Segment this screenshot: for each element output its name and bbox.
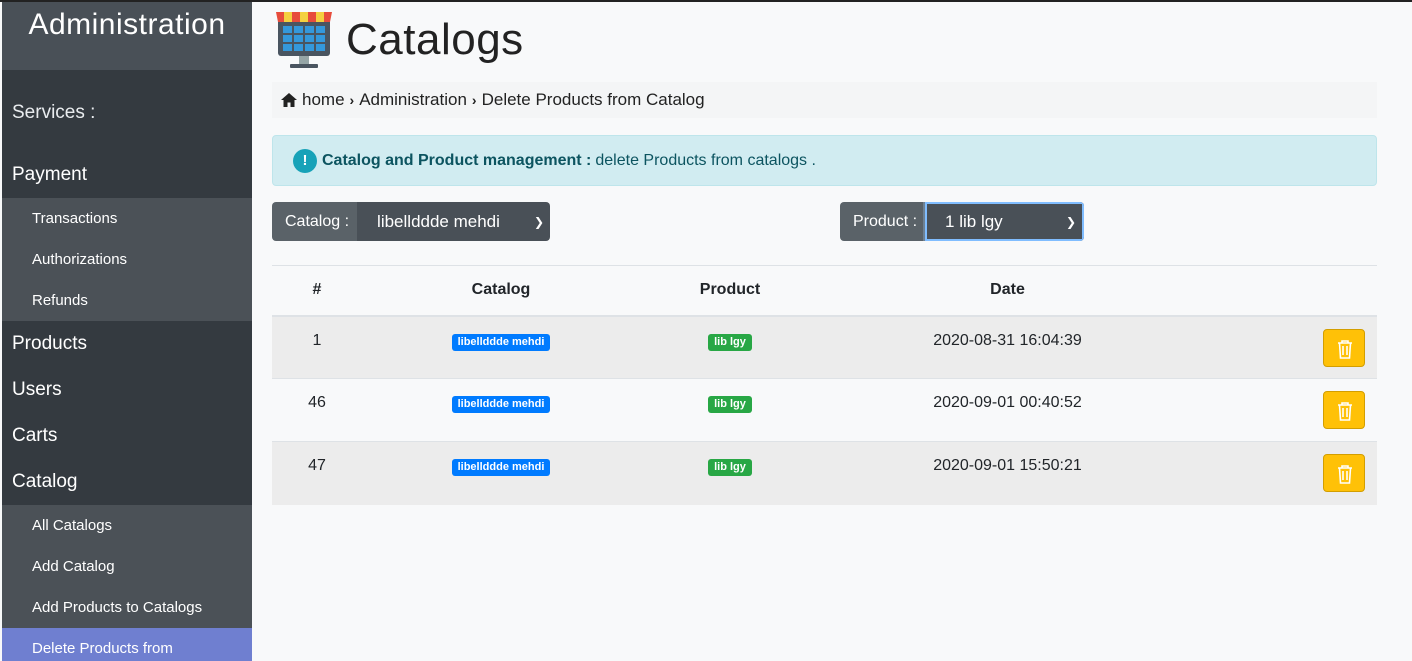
alert-strong: Catalog and Product management : xyxy=(322,151,592,169)
catalog-filter: Catalog : libellddde mehdi ❯ xyxy=(272,202,550,241)
col-header-date: Date xyxy=(820,265,1195,317)
payment-submenu: Transactions Authorizations Refunds xyxy=(2,198,252,321)
home-icon xyxy=(281,93,297,107)
row-product: lib lgy xyxy=(640,378,820,442)
catalog-products-table: # Catalog Product Date 1 libellddde mehd… xyxy=(272,265,1377,505)
sidebar: Administration Services : Payment Transa… xyxy=(2,2,252,661)
row-action xyxy=(1195,315,1377,379)
sidebar-item-authorizations[interactable]: Authorizations xyxy=(2,239,252,280)
sidebar-item-catalog[interactable]: Catalog xyxy=(2,459,252,505)
chevron-down-icon: ❯ xyxy=(533,214,544,229)
row-id: 47 xyxy=(272,441,362,505)
exclamation-icon: ! xyxy=(293,148,317,173)
info-alert: ! Catalog and Product management : delet… xyxy=(272,135,1377,186)
catalog-submenu: All Catalogs Add Catalog Add Products to… xyxy=(2,505,252,661)
table-row: 47 libellddde mehdi lib lgy 2020-09-01 1… xyxy=(272,441,1377,505)
chevron-right-icon: › xyxy=(349,92,355,108)
product-filter-label: Product : xyxy=(840,202,926,241)
breadcrumb-current: Delete Products from Catalog xyxy=(481,90,705,109)
product-select[interactable]: 1 lib lgy ❯ xyxy=(925,202,1084,241)
col-header-product: Product xyxy=(640,265,820,317)
catalog-filter-label: Catalog : xyxy=(272,202,358,241)
table-header-row: # Catalog Product Date xyxy=(272,265,1377,317)
catalog-badge: libellddde mehdi xyxy=(451,396,551,413)
table-row: 46 libellddde mehdi lib lgy 2020-09-01 0… xyxy=(272,378,1377,442)
sidebar-item-payment[interactable]: Payment xyxy=(2,135,252,198)
delete-button[interactable] xyxy=(1323,454,1365,492)
delete-button[interactable] xyxy=(1323,391,1365,429)
page-title: Catalogs xyxy=(346,15,524,64)
row-product: lib lgy xyxy=(640,441,820,505)
row-date: 2020-09-01 15:50:21 xyxy=(820,441,1195,505)
sidebar-item-all-catalogs[interactable]: All Catalogs xyxy=(2,505,252,546)
sidebar-item-users[interactable]: Users xyxy=(2,367,252,413)
row-id: 1 xyxy=(272,315,362,379)
row-catalog: libellddde mehdi xyxy=(362,441,640,505)
trash-icon xyxy=(1338,402,1352,421)
sidebar-item-transactions[interactable]: Transactions xyxy=(2,198,252,239)
product-filter: Product : 1 lib lgy ❯ xyxy=(840,202,1084,241)
sidebar-item-carts[interactable]: Carts xyxy=(2,413,252,459)
sidebar-item-add-products-to-catalogs[interactable]: Add Products to Catalogs xyxy=(2,587,252,628)
product-badge: lib lgy xyxy=(708,396,752,413)
sidebar-item-add-catalog[interactable]: Add Catalog xyxy=(2,546,252,587)
product-badge: lib lgy xyxy=(708,333,752,351)
catalog-badge: libellddde mehdi xyxy=(451,459,551,476)
sidebar-section-title: Services : xyxy=(12,102,96,123)
row-action xyxy=(1195,378,1377,442)
product-select-value: 1 lib lgy xyxy=(945,211,1003,231)
col-header-actions xyxy=(1195,265,1377,317)
product-badge: lib lgy xyxy=(708,459,752,476)
catalog-badge: libellddde mehdi xyxy=(451,333,551,351)
row-date: 2020-09-01 00:40:52 xyxy=(820,378,1195,442)
breadcrumb-home[interactable]: home xyxy=(302,90,345,110)
sidebar-brand: Administration xyxy=(2,2,252,70)
sidebar-item-refunds[interactable]: Refunds xyxy=(2,280,252,321)
row-date: 2020-08-31 16:04:39 xyxy=(820,315,1195,379)
trash-icon xyxy=(1338,339,1352,359)
row-action xyxy=(1195,441,1377,505)
trash-icon xyxy=(1338,465,1352,484)
row-product: lib lgy xyxy=(640,315,820,379)
alert-text: delete Products from catalogs . xyxy=(595,151,816,169)
main-content: Catalogs home › Administration › Delete … xyxy=(252,2,1412,661)
col-header-catalog: Catalog xyxy=(362,265,640,317)
row-catalog: libellddde mehdi xyxy=(362,378,640,442)
chevron-down-icon: ❯ xyxy=(1065,214,1076,229)
chevron-right-icon: › xyxy=(471,92,477,108)
col-header-id: # xyxy=(272,265,362,317)
table-row: 1 libellddde mehdi lib lgy 2020-08-31 16… xyxy=(272,315,1377,379)
delete-button[interactable] xyxy=(1323,328,1365,367)
row-id: 46 xyxy=(272,378,362,442)
breadcrumb-administration[interactable]: Administration xyxy=(359,90,467,110)
catalog-select-value: libellddde mehdi xyxy=(377,211,500,231)
row-catalog: libellddde mehdi xyxy=(362,315,640,379)
page-header: Catalogs xyxy=(272,8,524,72)
catalog-select[interactable]: libellddde mehdi ❯ xyxy=(357,202,550,241)
store-icon xyxy=(276,12,332,68)
breadcrumb: home › Administration › Delete Products … xyxy=(272,82,1377,118)
sidebar-item-delete-products[interactable]: Delete Products from xyxy=(2,628,252,661)
sidebar-item-products[interactable]: Products xyxy=(2,321,252,367)
